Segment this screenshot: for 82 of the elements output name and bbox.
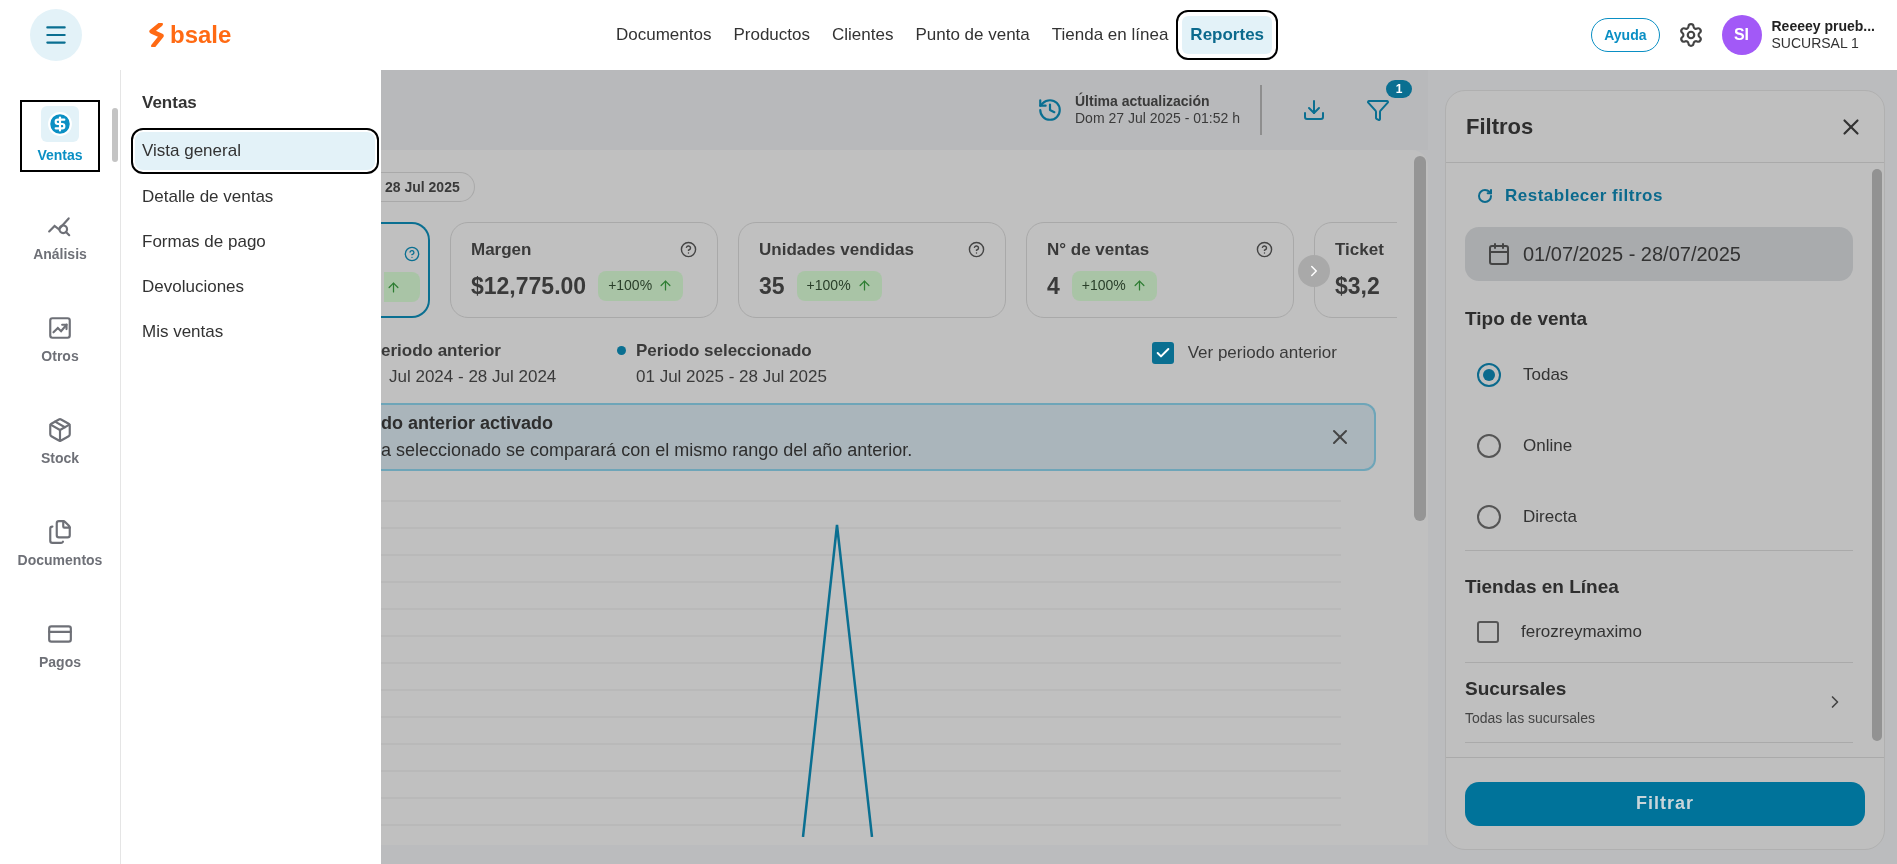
- radio-label: Directa: [1523, 505, 1577, 528]
- radio-label: Online: [1523, 434, 1573, 457]
- section-title: Tipo de venta: [1465, 306, 1589, 331]
- help-icon: [1256, 241, 1273, 259]
- change-badge: +100%: [1071, 270, 1157, 301]
- nav-link[interactable]: Punto de venta: [907, 16, 1038, 54]
- submenu-item[interactable]: Formas de pago: [135, 222, 375, 261]
- branch-name: SUCURSAL 1: [1771, 35, 1860, 53]
- radio-button[interactable]: [1477, 362, 1501, 387]
- refresh-icon: [1477, 187, 1493, 204]
- nav-link[interactable]: Documentos: [608, 16, 720, 54]
- kpi-card[interactable]: [381, 222, 430, 318]
- calendar-icon: [1487, 241, 1511, 266]
- submenu-item[interactable]: Devoluciones: [135, 267, 375, 306]
- kpi-value: $12,775.00: [471, 271, 587, 301]
- help-icon: [404, 246, 420, 262]
- sidebar-item[interactable]: Pagos: [10, 610, 110, 682]
- sidebar-item[interactable]: Otros: [10, 304, 110, 376]
- panel-title: Filtros: [1466, 113, 1534, 141]
- kpi-title: Ticket: [1335, 239, 1385, 261]
- checkbox-label: ferozreymaximo: [1521, 620, 1642, 643]
- submenu-item[interactable]: Mis ventas: [135, 312, 375, 351]
- radio-button[interactable]: [1477, 433, 1501, 458]
- scrollbar-thumb[interactable]: [1872, 169, 1882, 741]
- date-range-field[interactable]: 01/07/2025 - 28/07/2025: [1465, 226, 1853, 281]
- alert-title: do anterior activado: [381, 412, 555, 435]
- radio-button[interactable]: [1477, 504, 1501, 529]
- avatar[interactable]: SI: [1721, 15, 1762, 55]
- download-icon: [1302, 98, 1326, 122]
- checkbox-label: Ver periodo anterior: [1187, 342, 1337, 364]
- reset-filters-link[interactable]: Restablecer filtros: [1465, 183, 1663, 209]
- kpi-value: 35: [759, 271, 785, 301]
- sidebar-item[interactable]: Ventas: [20, 100, 100, 172]
- help-icon: [680, 241, 697, 259]
- legend-label: Periodo seleccionado: [636, 340, 812, 362]
- legend-label: eriodo anterior: [381, 340, 501, 362]
- nav-link[interactable]: Tienda en línea: [1043, 16, 1177, 54]
- brand-name: bsale: [170, 23, 232, 47]
- sidebar-item[interactable]: Documentos: [10, 508, 110, 580]
- kpi-title: Unidades vendidas: [759, 239, 914, 261]
- documents-icon: [47, 519, 73, 545]
- help-icon: [968, 241, 985, 259]
- nav-link[interactable]: Productos: [725, 16, 818, 54]
- checkbox[interactable]: [1151, 341, 1174, 364]
- checkbox[interactable]: [1477, 620, 1499, 643]
- filter-submit-button[interactable]: Filtrar: [1465, 781, 1865, 826]
- kpi-value: 4: [1047, 271, 1060, 301]
- submenu-item[interactable]: Detalle de ventas: [135, 177, 375, 216]
- logo-icon: [148, 23, 166, 47]
- kpi-card[interactable]: Unidades vendidas 35 +100%: [738, 222, 1006, 318]
- filter-count-badge: 1: [1386, 80, 1412, 98]
- last-update-value: Dom 27 Jul 2025 - 01:52 h: [1075, 110, 1240, 128]
- legend-range: Jul 2024 - 28 Jul 2024: [388, 365, 558, 388]
- change-badge: +100%: [598, 270, 684, 301]
- scrollbar-thumb[interactable]: [112, 108, 118, 162]
- filter-icon: [1366, 98, 1390, 122]
- kpi-value: $3,2: [1335, 271, 1381, 301]
- menu-button[interactable]: [30, 9, 82, 61]
- sidebar-item[interactable]: Análisis: [10, 202, 110, 274]
- box-icon: [47, 417, 73, 443]
- kpi-card[interactable]: Margen $12,775.00 +100%: [450, 222, 718, 318]
- kpi-title: N° de ventas: [1047, 239, 1150, 261]
- history-icon: [1037, 97, 1063, 123]
- legend-range: 01 Jul 2025 - 28 Jul 2025: [635, 365, 827, 388]
- change-badge: +100%: [796, 270, 882, 301]
- settings-icon[interactable]: [1677, 22, 1704, 48]
- scrollbar-thumb[interactable]: [1414, 156, 1426, 521]
- sidebar-item[interactable]: Stock: [10, 406, 110, 478]
- user-name: Reeeey prueb...: [1771, 17, 1875, 35]
- section-title: Sucursales: [1465, 677, 1568, 702]
- section-value: Todas las sucursales: [1465, 708, 1595, 728]
- dollar-icon: [47, 111, 73, 137]
- alert-message: a seleccionado se comparará con el mismo rango del año anterior.: [381, 439, 914, 462]
- kpi-title: Margen: [471, 239, 532, 261]
- radio-label: Todas: [1523, 363, 1569, 386]
- section-title: Tiendas en Línea: [1465, 575, 1620, 599]
- nav-link[interactable]: Clientes: [824, 16, 902, 54]
- trend-chart-icon: [47, 315, 73, 341]
- branches-row[interactable]: Sucursales Todas las sucursales: [1465, 662, 1853, 742]
- last-update-label: Última actualización: [1075, 92, 1211, 110]
- kpi-card[interactable]: N° de ventas 4 +100%: [1026, 222, 1294, 318]
- submenu-title: Ventas: [141, 92, 198, 114]
